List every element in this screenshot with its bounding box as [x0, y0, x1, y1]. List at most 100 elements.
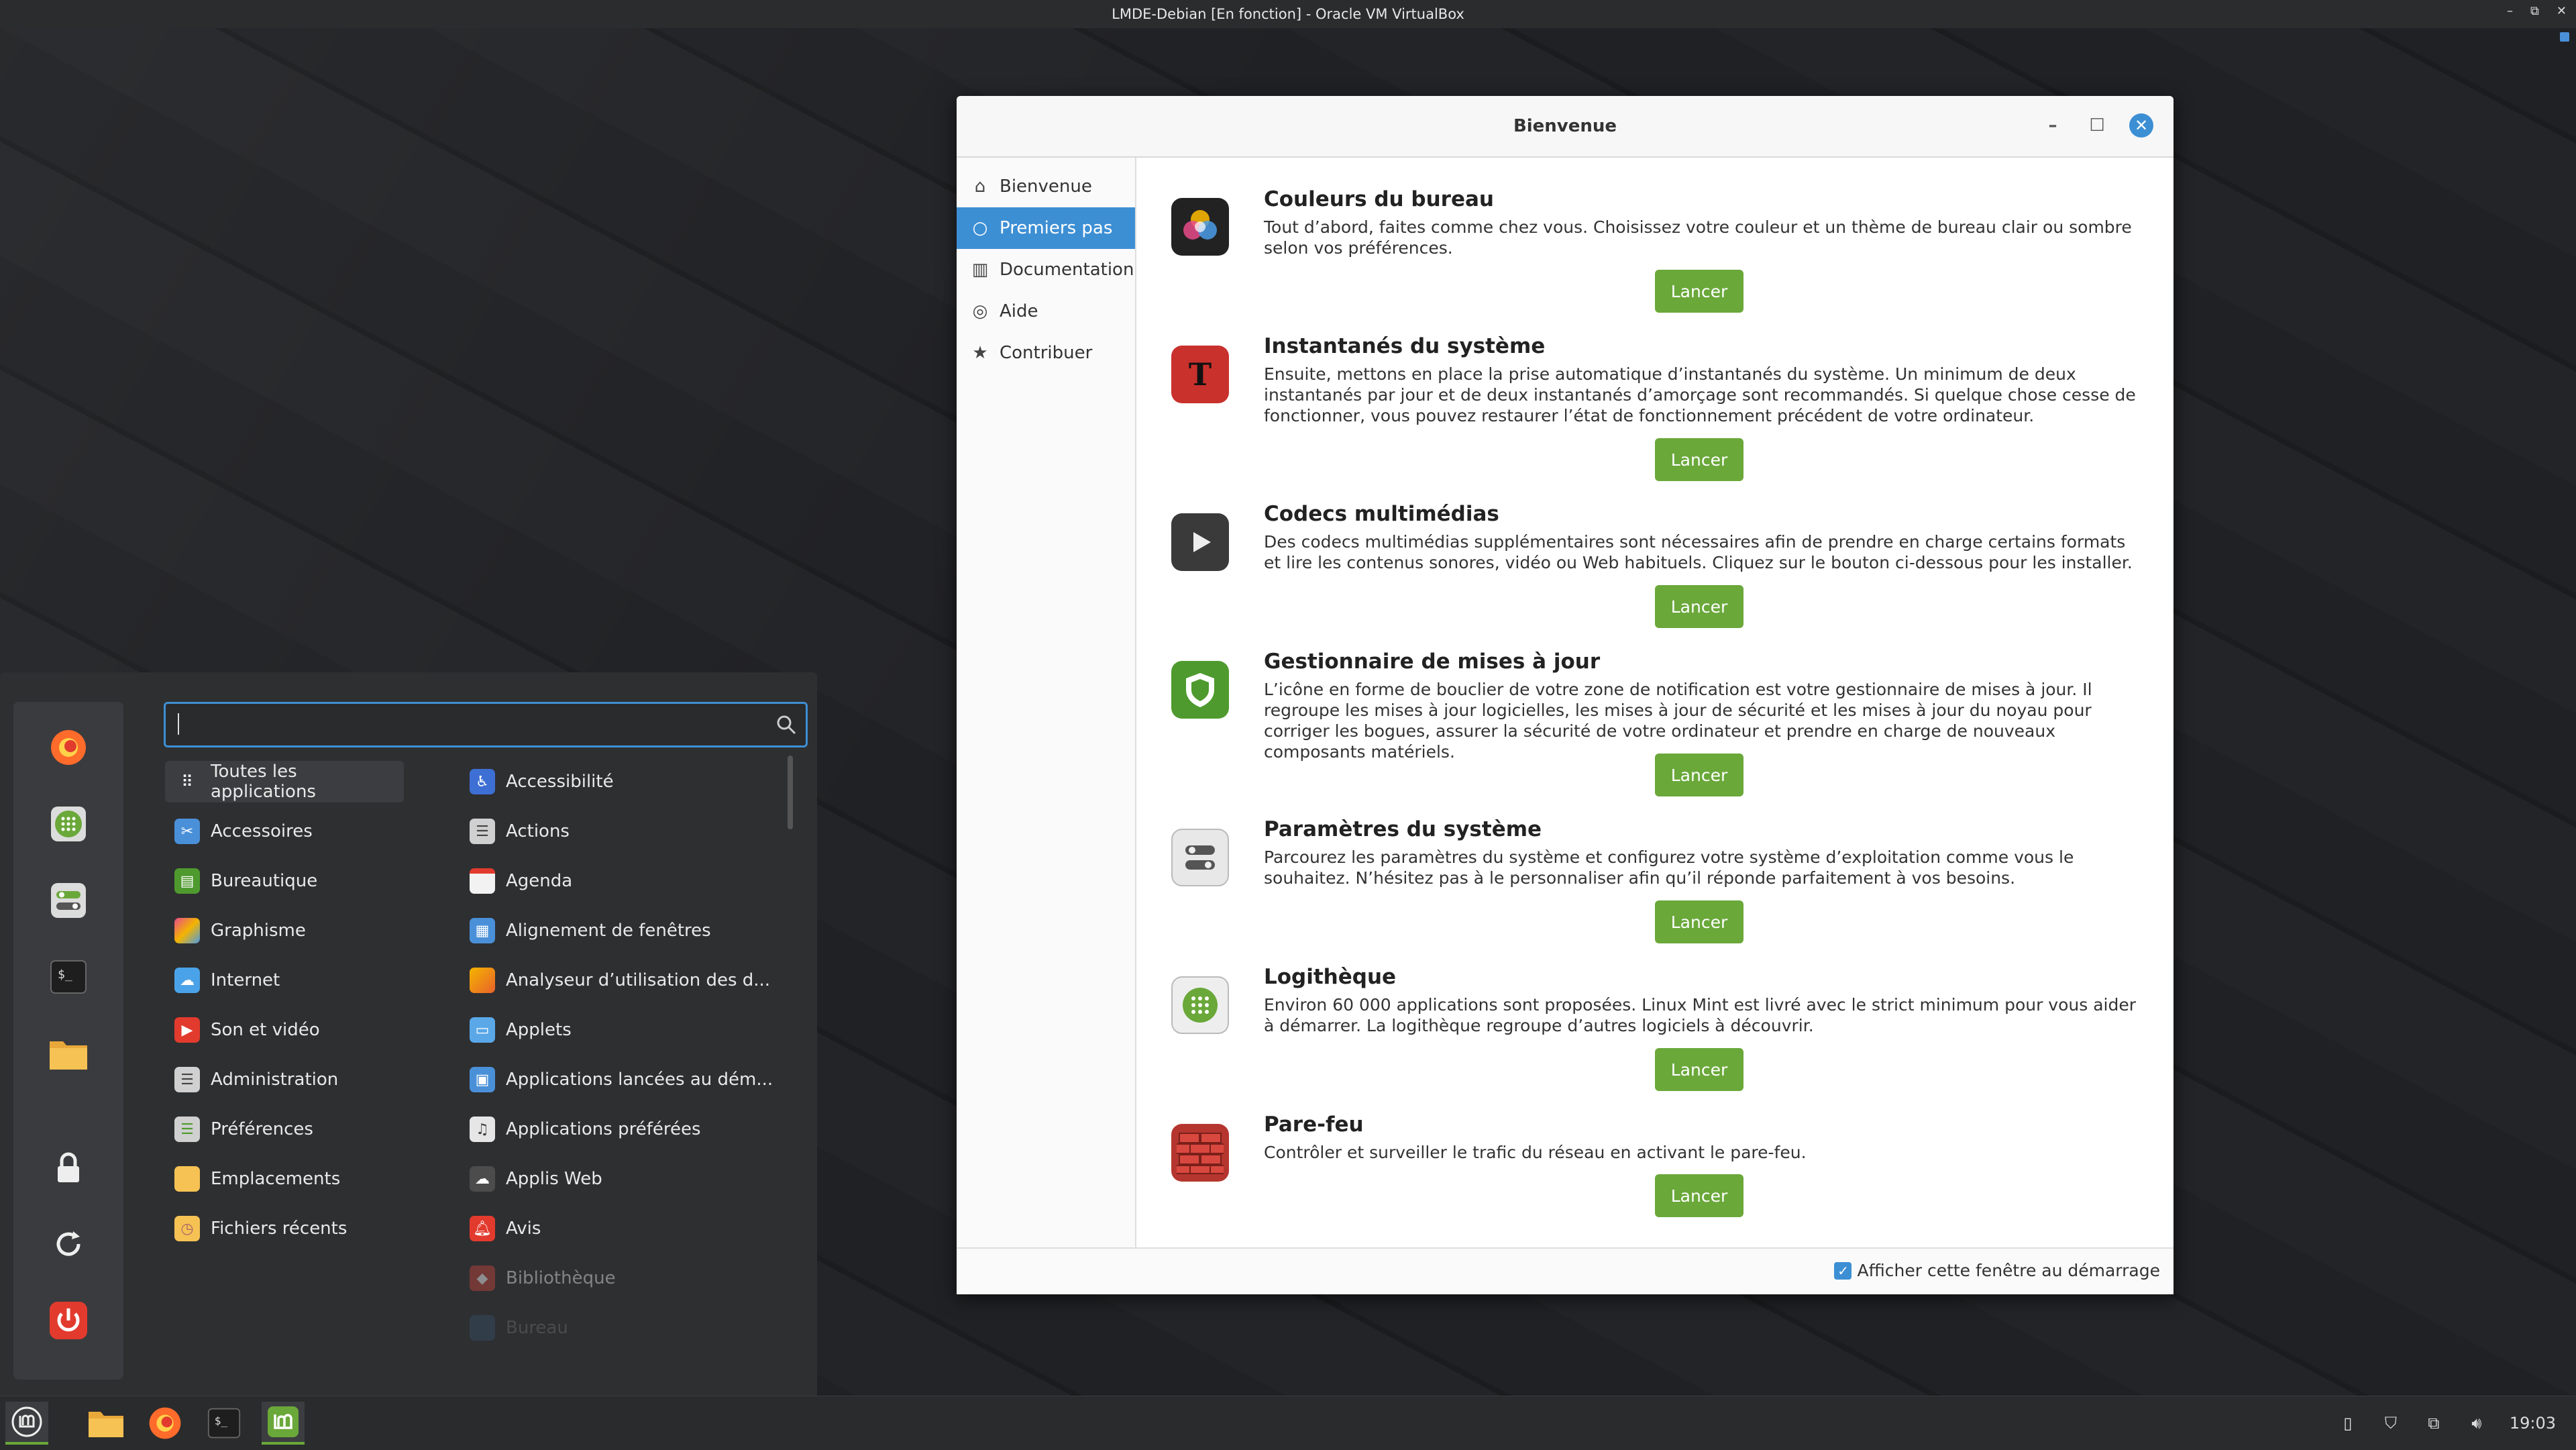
sidebar-item-premiers-pas[interactable]: ○ Premiers pas — [957, 207, 1135, 249]
app-label: Bibliothèque — [506, 1268, 616, 1288]
update-shield-icon[interactable]: ⛉ — [2381, 1413, 2401, 1433]
vbox-close-button[interactable]: ✕ — [2557, 4, 2567, 18]
category-preferences[interactable]: ☰ Préférences — [165, 1108, 404, 1150]
preferred-apps-icon: ♫ — [470, 1117, 495, 1142]
mintwelcome-icon[interactable] — [262, 1402, 305, 1445]
app-analyseur-disque[interactable]: Analyseur d’utilisation des d... — [464, 960, 773, 1001]
category-internet[interactable]: ☁ Internet — [165, 960, 404, 1001]
category-administration[interactable]: ☰ Administration — [165, 1059, 404, 1100]
app-preferred-applications[interactable]: ♫ Applications préférées — [464, 1108, 773, 1150]
app-label: Agenda — [506, 871, 573, 891]
category-emplacements[interactable]: Emplacements — [165, 1158, 404, 1200]
app-label: Avis — [506, 1219, 541, 1239]
feature-desc: Parcourez les paramètres du système et c… — [1264, 847, 2074, 888]
checkbox-label: Afficher cette fenêtre au démarrage — [1857, 1261, 2160, 1280]
sidebar-item-bienvenue[interactable]: ⌂ Bienvenue — [957, 166, 1135, 207]
vbox-minimize-button[interactable]: – — [2507, 4, 2513, 18]
category-label: Graphisme — [211, 921, 306, 941]
system-tray: ▯ ⛉ ⧉ 🔊︎ 19:03 — [2338, 1396, 2556, 1450]
maximize-button[interactable]: ☐ — [2085, 113, 2109, 138]
svg-text:$_: $_ — [58, 968, 72, 982]
category-son-video[interactable]: ▶ Son et vidéo — [165, 1009, 404, 1051]
terminal-icon[interactable]: $_ — [203, 1402, 246, 1445]
favorites-panel: $_ — [13, 702, 123, 1380]
checkmark-icon: ✓ — [1834, 1261, 1852, 1280]
close-button[interactable]: ✕ — [2129, 113, 2153, 138]
app-startup-applications[interactable]: ▣ Applications lancées au dém... — [464, 1059, 773, 1100]
volume-icon[interactable]: 🔊︎ — [2467, 1413, 2487, 1433]
launch-button-pare-feu[interactable]: Lancer — [1655, 1174, 1743, 1217]
book-icon: ▥ — [971, 260, 989, 280]
launch-button-logitheque[interactable]: Lancer — [1655, 1048, 1743, 1091]
search-input[interactable] — [164, 702, 808, 747]
apps-scrollbar[interactable] — [788, 756, 793, 829]
launch-button-couleurs[interactable]: Lancer — [1655, 270, 1743, 313]
show-on-startup-checkbox[interactable]: ✓ Afficher cette fenêtre au démarrage — [1834, 1261, 2160, 1280]
sidebar-item-label: Documentation — [1000, 260, 1134, 280]
network-icon[interactable]: ⧉ — [2424, 1413, 2444, 1433]
launch-button-instantanes[interactable]: Lancer — [1655, 438, 1743, 481]
feature-title: Codecs multimédias — [1264, 502, 1499, 526]
feature-desc: Ensuite, mettons en place la prise autom… — [1264, 364, 2136, 425]
minimize-button[interactable]: – — [2041, 113, 2065, 138]
feature-title: Couleurs du bureau — [1264, 187, 1494, 211]
menu-icon[interactable] — [5, 1402, 48, 1445]
window-tiling-icon: ▦ — [470, 918, 495, 943]
launch-button-codecs[interactable]: Lancer — [1655, 585, 1743, 628]
power-icon[interactable] — [42, 1294, 95, 1347]
folder-icon[interactable] — [85, 1402, 127, 1445]
actions-icon: ☰ — [470, 819, 495, 844]
settings-icon[interactable] — [42, 874, 95, 927]
preferences-icon: ☰ — [174, 1117, 200, 1142]
app-alignement-fenetres[interactable]: ▦ Alignement de fenêtres — [464, 910, 773, 951]
taskbar: $_ ▯ ⛉ ⧉ 🔊︎ 19:03 — [0, 1396, 2576, 1450]
vbox-restore-button[interactable]: ⧉ — [2530, 4, 2539, 18]
firefox-icon[interactable] — [144, 1402, 186, 1445]
category-all-apps[interactable]: ⠿ Toutes les applications — [165, 761, 404, 802]
firefox-icon[interactable] — [42, 721, 95, 774]
multimedia-icon: ▶ — [174, 1017, 200, 1043]
terminal-icon[interactable]: $_ — [42, 950, 95, 1004]
app-label: Accessibilité — [506, 772, 614, 792]
clipboard-icon[interactable]: ▯ — [2338, 1413, 2358, 1433]
sidebar-item-label: Bienvenue — [1000, 176, 1092, 197]
app-actions[interactable]: ☰ Actions — [464, 811, 773, 852]
feature-title: Instantanés du système — [1264, 334, 1546, 358]
category-accessoires[interactable]: ✂ Accessoires — [165, 811, 404, 852]
software-manager-icon — [1171, 976, 1229, 1034]
app-accessibilite[interactable]: ♿ Accessibilité — [464, 761, 773, 802]
library-icon: ◆ — [470, 1265, 495, 1291]
shield-icon — [1171, 661, 1229, 719]
category-fichiers-recents[interactable]: ◷ Fichiers récents — [165, 1208, 404, 1249]
restart-icon[interactable] — [42, 1217, 95, 1271]
category-label: Préférences — [211, 1119, 313, 1139]
app-applets[interactable]: ▭ Applets — [464, 1009, 773, 1051]
app-avis[interactable]: 🔔︎ Avis — [464, 1208, 773, 1249]
category-bureautique[interactable]: ▤ Bureautique — [165, 860, 404, 902]
clock[interactable]: 19:03 — [2510, 1414, 2556, 1433]
sidebar-item-contribuer[interactable]: ★ Contribuer — [957, 332, 1135, 374]
folder-icon — [174, 1166, 200, 1192]
window-titlebar[interactable]: Bienvenue – ☐ ✕ — [957, 96, 2174, 158]
sidebar-item-aide[interactable]: ◎ Aide — [957, 291, 1135, 332]
app-bibliotheque[interactable]: ◆ Bibliothèque — [464, 1257, 773, 1299]
search-icon — [777, 715, 796, 735]
calendar-icon — [470, 868, 495, 894]
app-label: Actions — [506, 821, 570, 841]
disk-usage-icon — [470, 968, 495, 993]
sidebar-item-documentation[interactable]: ▥ Documentation — [957, 249, 1135, 291]
software-manager-icon[interactable] — [42, 797, 95, 851]
cloud-icon: ☁ — [174, 968, 200, 993]
launch-button-parametres[interactable]: Lancer — [1655, 900, 1743, 943]
launch-button-mises-a-jour[interactable]: Lancer — [1655, 754, 1743, 796]
app-webapps[interactable]: ☁ Applis Web — [464, 1158, 773, 1200]
category-graphisme[interactable]: Graphisme — [165, 910, 404, 951]
feature-title: Pare-feu — [1264, 1112, 1364, 1137]
app-label: Analyseur d’utilisation des d... — [506, 970, 771, 990]
folder-icon[interactable] — [42, 1027, 95, 1080]
app-bureau[interactable]: Bureau — [464, 1307, 773, 1349]
lock-icon[interactable] — [42, 1141, 95, 1194]
app-agenda[interactable]: Agenda — [464, 860, 773, 902]
admin-icon: ☰ — [174, 1067, 200, 1092]
window-title: Bienvenue — [1513, 116, 1617, 136]
